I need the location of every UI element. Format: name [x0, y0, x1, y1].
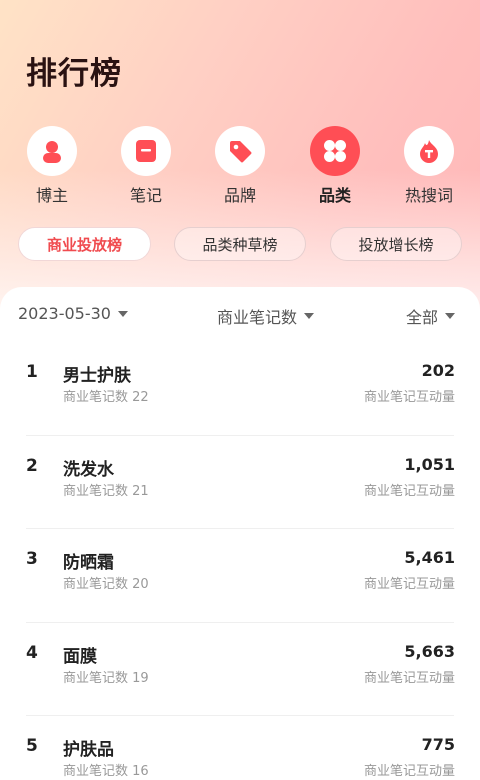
- item-value: 202: [421, 361, 455, 380]
- tab-commercial-placement[interactable]: 商业投放榜: [18, 227, 151, 261]
- item-sub: 商业笔记数 19: [63, 670, 149, 686]
- person-icon: [27, 126, 77, 176]
- item-value-label: 商业笔记互动量: [363, 483, 455, 499]
- item-name: 男士护肤: [63, 366, 131, 386]
- page-title: 排行榜: [26, 56, 122, 92]
- list-item[interactable]: 2 洗发水 商业笔记数 21 1,051 商业笔记互动量: [0, 436, 480, 529]
- category-label: 笔记: [129, 186, 162, 205]
- grid-icon: [310, 126, 360, 176]
- category-brand[interactable]: 品牌: [200, 126, 280, 206]
- item-sub: 商业笔记数 21: [63, 483, 149, 499]
- item-value-label: 商业笔记互动量: [363, 764, 455, 779]
- item-value-label: 商业笔记互动量: [363, 577, 455, 592]
- category-label: 品类: [318, 186, 351, 205]
- tab-category-seeding[interactable]: 品类种草榜: [174, 227, 306, 261]
- note-icon: [121, 126, 171, 176]
- flame-icon: [404, 126, 454, 176]
- item-sub: 商业笔记数 20: [63, 577, 149, 592]
- list-item[interactable]: 3 防晒霜 商业笔记数 20 5,461 商业笔记互动量: [0, 529, 480, 623]
- caret-down-icon: [117, 310, 128, 317]
- category-note[interactable]: 笔记: [106, 126, 186, 206]
- metric-filter-label: 商业笔记数: [217, 308, 298, 327]
- rank-number: 5: [26, 736, 38, 756]
- scope-filter-label: 全部: [406, 308, 439, 327]
- list-item[interactable]: 1 男士护肤 商业笔记数 22 202 商业笔记互动量: [0, 342, 480, 436]
- item-value: 1,051: [404, 454, 455, 474]
- rank-number: 3: [26, 549, 38, 569]
- item-value-label: 商业笔记互动量: [363, 390, 455, 405]
- list-item[interactable]: 5 护肤品 商业笔记数 16 775 商业笔记互动量: [0, 716, 480, 780]
- list-item[interactable]: 4 面膜 商业笔记数 19 5,663 商业笔记互动量: [0, 623, 480, 716]
- item-value: 5,461: [404, 548, 455, 567]
- item-name: 面膜: [63, 646, 97, 667]
- ranking-tabs: 商业投放榜 品类种草榜 投放增长榜: [0, 227, 480, 263]
- ranking-list: 1 男士护肤 商业笔记数 22 202 商业笔记互动量 2 洗发水 商业笔记数 …: [0, 342, 480, 780]
- ranking-card: 2023-05-30 商业笔记数 全部 1 男士护肤 商业笔记数 22 202 …: [0, 287, 480, 780]
- item-name: 护肤品: [63, 740, 114, 760]
- rank-number: 2: [26, 455, 38, 476]
- rank-number: 4: [26, 642, 38, 663]
- caret-down-icon: [445, 313, 456, 319]
- tag-icon: [215, 126, 265, 176]
- category-label: 品牌: [223, 186, 256, 205]
- category-hot-search[interactable]: 热搜词: [389, 126, 469, 206]
- category-category[interactable]: 品类: [295, 126, 375, 206]
- date-filter[interactable]: 2023-05-30: [18, 304, 128, 323]
- item-value: 775: [421, 735, 455, 754]
- scope-filter[interactable]: 全部: [406, 304, 456, 328]
- item-name: 防晒霜: [63, 553, 114, 573]
- filter-bar: 2023-05-30 商业笔记数 全部: [0, 304, 480, 328]
- item-value: 5,663: [404, 641, 455, 661]
- item-sub: 商业笔记数 22: [63, 390, 149, 405]
- caret-down-icon: [304, 313, 315, 319]
- item-sub: 商业笔记数 16: [63, 764, 149, 779]
- category-nav: 博主 笔记 品牌 品类 热搜词: [0, 126, 480, 206]
- date-filter-label: 2023-05-30: [18, 304, 111, 323]
- item-value-label: 商业笔记互动量: [363, 670, 455, 686]
- rank-number: 1: [26, 362, 38, 382]
- category-blogger[interactable]: 博主: [12, 126, 92, 206]
- item-name: 洗发水: [63, 459, 114, 480]
- category-label: 博主: [35, 186, 68, 205]
- category-label: 热搜词: [404, 186, 453, 205]
- tab-placement-growth[interactable]: 投放增长榜: [330, 227, 462, 261]
- metric-filter[interactable]: 商业笔记数: [217, 304, 315, 328]
